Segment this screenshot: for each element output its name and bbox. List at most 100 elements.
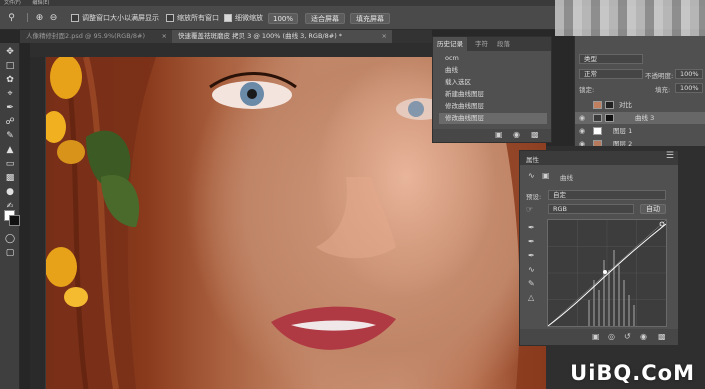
resize-windows-checkbox[interactable] [71, 14, 79, 22]
tab-label: 快速覆盖祛斑磨皮 拷贝 3 @ 100% (曲线 3, RGB/8#) * [178, 32, 343, 40]
clip-to-layer-icon[interactable]: ▣ [592, 332, 600, 341]
curves-adjustment-icon [593, 114, 602, 122]
tab-character[interactable]: 字符 [471, 37, 492, 51]
marquee-tool-icon[interactable]: □ [3, 60, 17, 72]
history-item-active[interactable]: 修改曲线图层 [439, 113, 547, 124]
mosaic-overlay [555, 0, 705, 36]
properties-title: 属性 [526, 156, 539, 164]
curve-edit-icon[interactable]: ∿ [528, 265, 535, 274]
history-footer: ▣ ◉ ▩ [433, 129, 551, 142]
document-tab-bar: 人像精修封面2.psd @ 95.9%(RGB/8#) × 快速覆盖祛斑磨皮 拷… [20, 30, 432, 43]
lasso-tool-icon[interactable]: ✿ [3, 74, 17, 86]
crop-tool-icon[interactable]: ⌖ [3, 88, 17, 100]
scrubby-zoom-checkbox[interactable] [224, 14, 232, 22]
curves-graph[interactable] [547, 219, 667, 327]
screen-mode-icon[interactable]: ▢ [3, 247, 17, 259]
zoom-tool-icon[interactable]: ⚲ [6, 13, 17, 24]
layer-row-active[interactable]: ◉ 曲线 3 [575, 112, 705, 124]
tab-portrait-cover[interactable]: 人像精修封面2.psd @ 95.9%(RGB/8#) × [20, 30, 172, 43]
layer-name: 图层 1 [613, 127, 633, 135]
fit-screen-button[interactable]: 适合屏幕 [305, 13, 345, 24]
reset-icon[interactable]: ↺ [624, 332, 631, 341]
new-document-icon[interactable]: ▣ [495, 130, 503, 139]
layer-thumbnail [593, 101, 602, 109]
target-adjust-icon[interactable]: ☞ [526, 205, 533, 214]
layer-name: 对比 [619, 101, 632, 109]
mask-icon[interactable]: ▣ [542, 171, 550, 180]
zoom-all-label: 缩放所有窗口 [177, 14, 219, 22]
history-item[interactable]: 新建曲线图层 [439, 89, 547, 100]
history-item[interactable]: 曲线 [439, 65, 547, 76]
curves-icon: ∿ [528, 171, 535, 180]
eraser-tool-icon[interactable]: ▭ [3, 158, 17, 170]
channel-select[interactable]: RGB [548, 204, 634, 214]
tab-label: 人像精修封面2.psd @ 95.9%(RGB/8#) [26, 32, 145, 40]
brush-tool-icon[interactable]: ✎ [3, 130, 17, 142]
zoom-out-icon[interactable]: ⊖ [48, 13, 59, 24]
close-icon[interactable]: × [162, 30, 167, 43]
history-item[interactable]: ocm [439, 53, 547, 64]
layer-thumbnail [593, 127, 602, 135]
zoom-in-icon[interactable]: ⊕ [34, 13, 45, 24]
close-icon[interactable]: × [382, 30, 387, 43]
history-item[interactable]: 载入选区 [439, 77, 547, 88]
gradient-tool-icon[interactable]: ▩ [3, 172, 17, 184]
properties-panel: 属性 ☰ ∿ ▣ 曲线 预设: 自定 ☞ RGB 自动 ✒ ✒ ✒ ∿ ✎ △ [519, 150, 679, 346]
resize-windows-label: 调整窗口大小以满屏显示 [82, 14, 159, 22]
fill-screen-button[interactable]: 填充屏幕 [350, 13, 390, 24]
view-previous-icon[interactable]: ◎ [608, 332, 615, 341]
history-item[interactable]: 修改曲线图层 [439, 101, 547, 112]
fill-label: 填充: [655, 86, 671, 94]
eyedropper-gray-icon[interactable]: ✒ [528, 237, 535, 246]
tab-quick-mask[interactable]: 快速覆盖祛斑磨皮 拷贝 3 @ 100% (曲线 3, RGB/8#) * × [172, 30, 392, 43]
blend-mode-select[interactable]: 正常 [579, 69, 643, 79]
pencil-icon[interactable]: ✎ [528, 279, 535, 288]
opacity-label: 不透明度: [645, 72, 674, 80]
preset-select[interactable]: 自定 [548, 190, 666, 200]
lock-label: 锁定: [579, 86, 595, 94]
eye-icon[interactable]: ◉ [579, 112, 585, 124]
tools-panel: ✥ □ ✿ ⌖ ✒ ☍ ✎ ▲ ▭ ▩ ● ✍ ◯ ▢ [0, 43, 20, 389]
properties-footer: ▣ ◎ ↺ ◉ ▩ [520, 329, 678, 345]
eyedropper-black-icon[interactable]: ✒ [528, 223, 535, 232]
layer-name: 曲线 3 [635, 114, 655, 122]
tab-paragraph[interactable]: 段落 [493, 37, 514, 51]
preset-label: 预设: [526, 193, 542, 201]
layer-row[interactable]: ◉ 图层 1 [575, 125, 705, 137]
histogram-warning-icon[interactable]: △ [528, 293, 534, 302]
vertical-ruler [30, 57, 46, 389]
trash-icon[interactable]: ▩ [658, 332, 666, 341]
tab-history[interactable]: 历史记录 [433, 37, 467, 51]
fill-input[interactable]: 100% [675, 83, 703, 93]
eye-icon[interactable]: ◉ [579, 125, 585, 137]
site-watermark: UiBQ.CoM [570, 361, 695, 385]
healing-tool-icon[interactable]: ☍ [3, 116, 17, 128]
trash-icon[interactable]: ▩ [531, 130, 539, 139]
history-panel-tabs: 历史记录 字符 段落 [433, 37, 551, 51]
zoom-100-button[interactable]: 100% [268, 13, 298, 24]
layer-mask-thumbnail [605, 114, 614, 122]
properties-header: 属性 ☰ [520, 151, 678, 165]
history-panel: 历史记录 字符 段落 ocm 曲线 载入选区 新建曲线图层 修改曲线图层 修改曲… [432, 36, 552, 143]
auto-button[interactable]: 自动 [640, 204, 666, 214]
layer-mask-thumbnail [605, 101, 614, 109]
move-tool-icon[interactable]: ✥ [3, 46, 17, 58]
adjustment-name: 曲线 [560, 174, 573, 182]
layer-row[interactable]: 对比 [575, 99, 705, 111]
layer-filter-select[interactable]: 类型 [579, 54, 643, 64]
zoom-all-checkbox[interactable] [166, 14, 174, 22]
eyedropper-tool-icon[interactable]: ✒ [3, 102, 17, 114]
dodge-tool-icon[interactable]: ● [3, 186, 17, 198]
opacity-input[interactable]: 100% [675, 69, 703, 79]
quick-mask-icon[interactable]: ◯ [3, 233, 17, 245]
visibility-icon[interactable]: ◉ [640, 332, 647, 341]
background-color-swatch[interactable] [9, 215, 20, 226]
horizontal-ruler [30, 43, 432, 57]
layers-panel: 类型 正常 不透明度: 100% 锁定: 填充: 100% 对比 ◉ 曲线 3 … [574, 36, 705, 148]
scrubby-zoom-label: 细微缩放 [235, 14, 263, 22]
eyedropper-white-icon[interactable]: ✒ [528, 251, 535, 260]
separator-icon: | [25, 13, 30, 23]
camera-icon[interactable]: ◉ [513, 130, 520, 139]
panel-menu-icon[interactable]: ☰ [666, 151, 674, 161]
stamp-tool-icon[interactable]: ▲ [3, 144, 17, 156]
